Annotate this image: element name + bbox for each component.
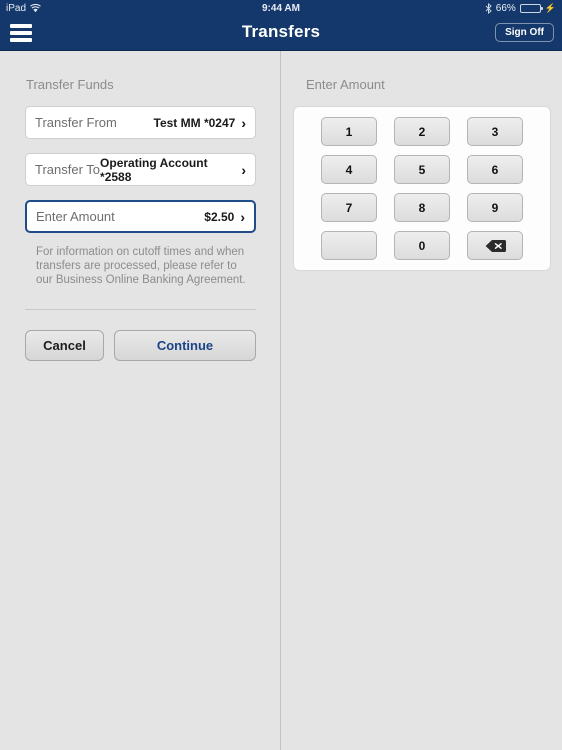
status-bar-right: 66% ⚡: [485, 2, 556, 14]
key-1[interactable]: 1: [321, 117, 377, 146]
page-title: Transfers: [241, 22, 321, 41]
key-8[interactable]: 8: [394, 193, 450, 222]
key-2[interactable]: 2: [394, 117, 450, 146]
bluetooth-icon: [485, 2, 492, 14]
lightning-bolt-icon: ⚡: [544, 2, 556, 13]
chevron-right-icon: ›: [240, 208, 245, 225]
key-0[interactable]: 0: [394, 231, 450, 260]
key-7[interactable]: 7: [321, 193, 377, 222]
key-6[interactable]: 6: [467, 155, 523, 184]
transfer-from-label: Transfer From: [35, 115, 117, 130]
keypad-pane: Enter Amount 1 2 3 4 5 6 7 8 9 0: [282, 51, 562, 750]
navigation-bar: Transfers Sign Off: [0, 16, 562, 51]
transfer-to-value: Operating Account *2588: [100, 155, 208, 184]
enter-amount-heading: Enter Amount: [306, 77, 385, 92]
keypad-grid: 1 2 3 4 5 6 7 8 9 0: [294, 117, 550, 260]
cutoff-times-note: For information on cutoff times and when…: [36, 246, 246, 286]
key-blank: [321, 231, 377, 260]
transfer-fields-list: Transfer From Test MM *0247 › Transfer T…: [25, 106, 256, 233]
section-divider: [25, 309, 256, 310]
numeric-keypad: 1 2 3 4 5 6 7 8 9 0: [293, 106, 551, 271]
status-bar-time: 9:44 AM: [262, 2, 300, 14]
enter-amount-value: $2.50: [204, 209, 235, 224]
sign-off-button[interactable]: Sign Off: [495, 23, 554, 42]
ipad-transfers-screen: iPad 9:44 AM 66% ⚡ Transfers Sign Off Tr…: [0, 0, 562, 750]
chevron-right-icon: ›: [241, 161, 246, 178]
battery-percent-label: 66%: [495, 2, 516, 14]
enter-amount-row[interactable]: Enter Amount $2.50 ›: [25, 200, 256, 233]
transfer-funds-heading: Transfer Funds: [26, 77, 114, 92]
cancel-button[interactable]: Cancel: [25, 330, 104, 361]
key-9[interactable]: 9: [467, 193, 523, 222]
chevron-right-icon: ›: [241, 114, 246, 131]
key-5[interactable]: 5: [394, 155, 450, 184]
transfer-form-pane: Transfer Funds Transfer From Test MM *02…: [0, 51, 281, 750]
transfer-from-row[interactable]: Transfer From Test MM *0247 ›: [25, 106, 256, 139]
key-4[interactable]: 4: [321, 155, 377, 184]
status-bar: iPad 9:44 AM 66% ⚡: [0, 0, 562, 16]
transfer-from-value: Test MM *0247: [153, 115, 236, 130]
enter-amount-label: Enter Amount: [36, 209, 115, 224]
transfer-to-row[interactable]: Transfer To Operating Account *2588 ›: [25, 153, 256, 186]
continue-button[interactable]: Continue: [114, 330, 256, 361]
backspace-icon: [485, 239, 506, 253]
battery-icon: [519, 3, 543, 13]
form-actions: Cancel Continue: [25, 330, 256, 361]
backspace-key[interactable]: [467, 231, 523, 260]
transfer-to-label: Transfer To: [35, 162, 101, 177]
key-3[interactable]: 3: [467, 117, 523, 146]
